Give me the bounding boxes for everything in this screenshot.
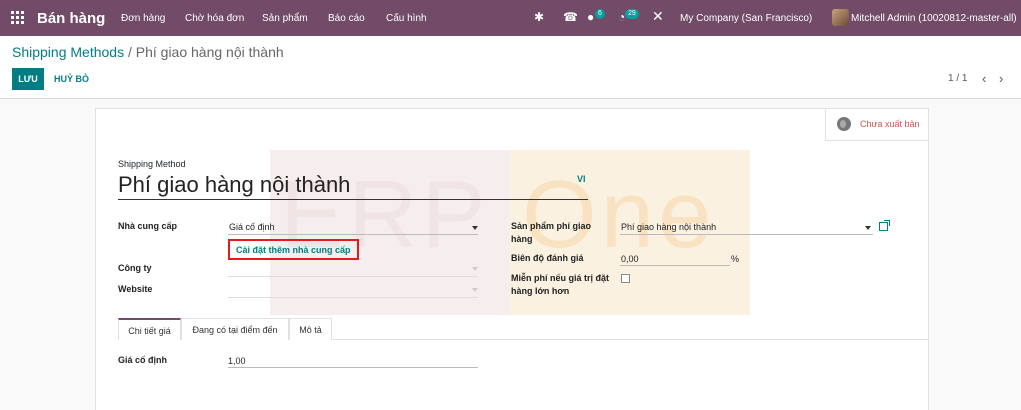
free-over-label: Miễn phí nếu giá trị đặt hàng lớn hơn (511, 273, 610, 296)
delivery-product-select[interactable]: Phí giao hàng nội thành (621, 222, 716, 232)
menu-configuration[interactable]: Cấu hình (386, 13, 427, 24)
pager-value[interactable]: 1 / 1 (948, 73, 967, 84)
publish-smart-button[interactable]: Chưa xuất bản (825, 109, 928, 141)
chat-icon[interactable]: ● (587, 10, 594, 24)
menu-orders[interactable]: Đơn hàng (121, 13, 165, 24)
app-name[interactable]: Bán hàng (37, 10, 105, 27)
margin-unit: % (731, 254, 740, 264)
title-label: Shipping Method (118, 159, 186, 169)
provider-select[interactable]: Giá cố định (229, 222, 275, 232)
breadcrumb-separator: / (124, 44, 136, 60)
chevron-down-icon[interactable] (472, 288, 478, 292)
chat-count-badge: 6 (595, 9, 605, 19)
globe-icon (837, 117, 851, 131)
website-label: Website (118, 284, 153, 294)
company-switcher[interactable]: My Company (San Francisco) (680, 13, 812, 24)
control-panel: Shipping Methods / Phí giao hàng nội thà… (0, 36, 1021, 99)
chevron-left-icon[interactable]: ‹ (982, 71, 986, 86)
menu-reporting[interactable]: Báo cáo (328, 13, 365, 24)
chevron-down-icon[interactable] (865, 226, 871, 230)
chevron-right-icon[interactable]: › (999, 71, 1003, 86)
provider-label: Nhà cung cấp (118, 221, 178, 231)
tab-destination-availability[interactable]: Đang có tại điểm đến (181, 318, 289, 340)
menu-to-invoice[interactable]: Chờ hóa đơn (185, 13, 244, 24)
website-select[interactable] (228, 297, 478, 298)
company-select[interactable] (228, 276, 478, 277)
top-navbar: Bán hàng Đơn hàng Chờ hóa đơn Sản phẩm B… (0, 0, 1021, 36)
close-icon[interactable]: ✕ (652, 8, 664, 25)
install-more-providers-link[interactable]: Cài đặt thêm nhà cung cấp (236, 245, 351, 255)
title-underline (118, 199, 588, 200)
breadcrumb-current: Phí giao hàng nội thành (135, 44, 284, 60)
activity-count-badge: 29 (625, 9, 639, 19)
breadcrumb-parent[interactable]: Shipping Methods (12, 44, 124, 60)
external-link-icon[interactable] (879, 220, 890, 231)
margin-label: Biên độ đánh giá (511, 253, 584, 263)
fixed-price-input[interactable]: 1,00 (228, 356, 246, 366)
delivery-product-label: Sản phẩm phí giao hàng (511, 221, 592, 244)
chevron-down-icon[interactable] (472, 226, 478, 230)
bug-icon[interactable]: ✱ (534, 10, 544, 24)
phone-icon[interactable]: ☎ (563, 10, 578, 24)
company-label: Công ty (118, 263, 152, 273)
free-over-checkbox[interactable] (621, 274, 630, 283)
language-button[interactable]: VI (577, 174, 586, 184)
fixed-price-label: Giá cố định (118, 355, 168, 365)
discard-button[interactable]: HUỶ BỎ (54, 68, 89, 90)
save-button[interactable]: LƯU (12, 68, 44, 90)
install-more-providers-highlight: Cài đặt thêm nhà cung cấp (228, 239, 359, 260)
tab-description[interactable]: Mô tả (289, 318, 332, 340)
margin-input[interactable]: 0,00 (621, 254, 639, 264)
publish-status-label: Chưa xuất bản (860, 119, 920, 129)
title-input[interactable]: Phí giao hàng nội thành (118, 172, 350, 198)
user-menu[interactable]: Mitchell Admin (10020812-master-all) (851, 13, 1017, 24)
avatar[interactable] (832, 9, 849, 26)
tab-pricing[interactable]: Chi tiết giá (118, 318, 181, 340)
menu-products[interactable]: Sản phẩm (262, 13, 308, 24)
apps-menu-icon[interactable] (11, 11, 25, 25)
chevron-down-icon[interactable] (472, 267, 478, 271)
breadcrumb: Shipping Methods / Phí giao hàng nội thà… (12, 44, 284, 60)
